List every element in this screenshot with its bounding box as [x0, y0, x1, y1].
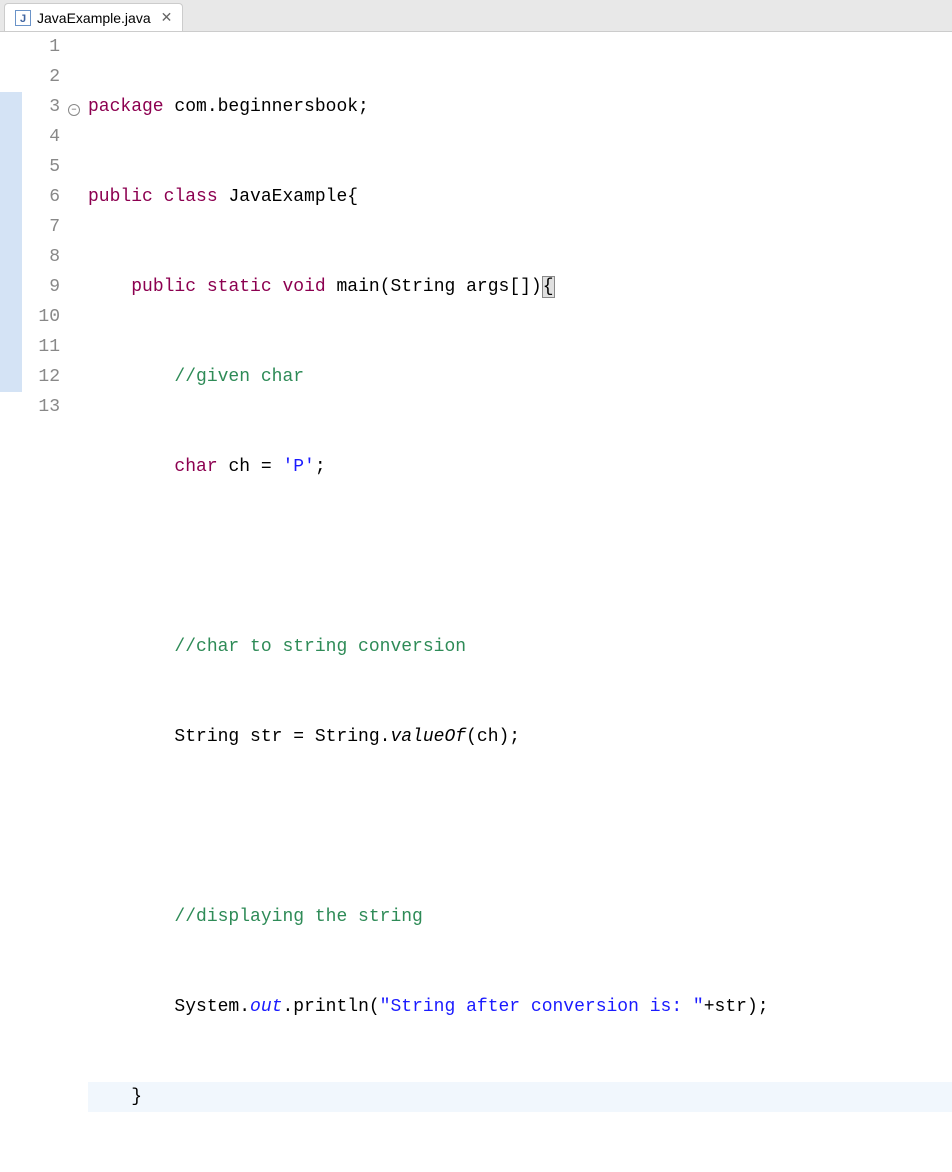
marker-ruler — [0, 32, 22, 1172]
code-editor[interactable]: 1 2 3 4 5 6 7 8 9 10 11 12 13 − package … — [0, 32, 952, 1172]
close-icon[interactable]: ✕ — [161, 9, 173, 26]
code-text[interactable]: package com.beginnersbook; public class … — [82, 32, 952, 1172]
line-number-gutter: 1 2 3 4 5 6 7 8 9 10 11 12 13 — [22, 32, 66, 1172]
fold-ruler: − — [66, 32, 82, 1172]
fold-toggle-icon[interactable]: − — [68, 104, 80, 116]
editor-tab-label: JavaExample.java — [37, 10, 151, 26]
svg-text:J: J — [20, 13, 26, 25]
java-file-icon: J — [15, 10, 31, 26]
editor-tab-bar: J JavaExample.java ✕ — [0, 0, 952, 32]
editor-tab-javaexample[interactable]: J JavaExample.java ✕ — [4, 3, 183, 31]
